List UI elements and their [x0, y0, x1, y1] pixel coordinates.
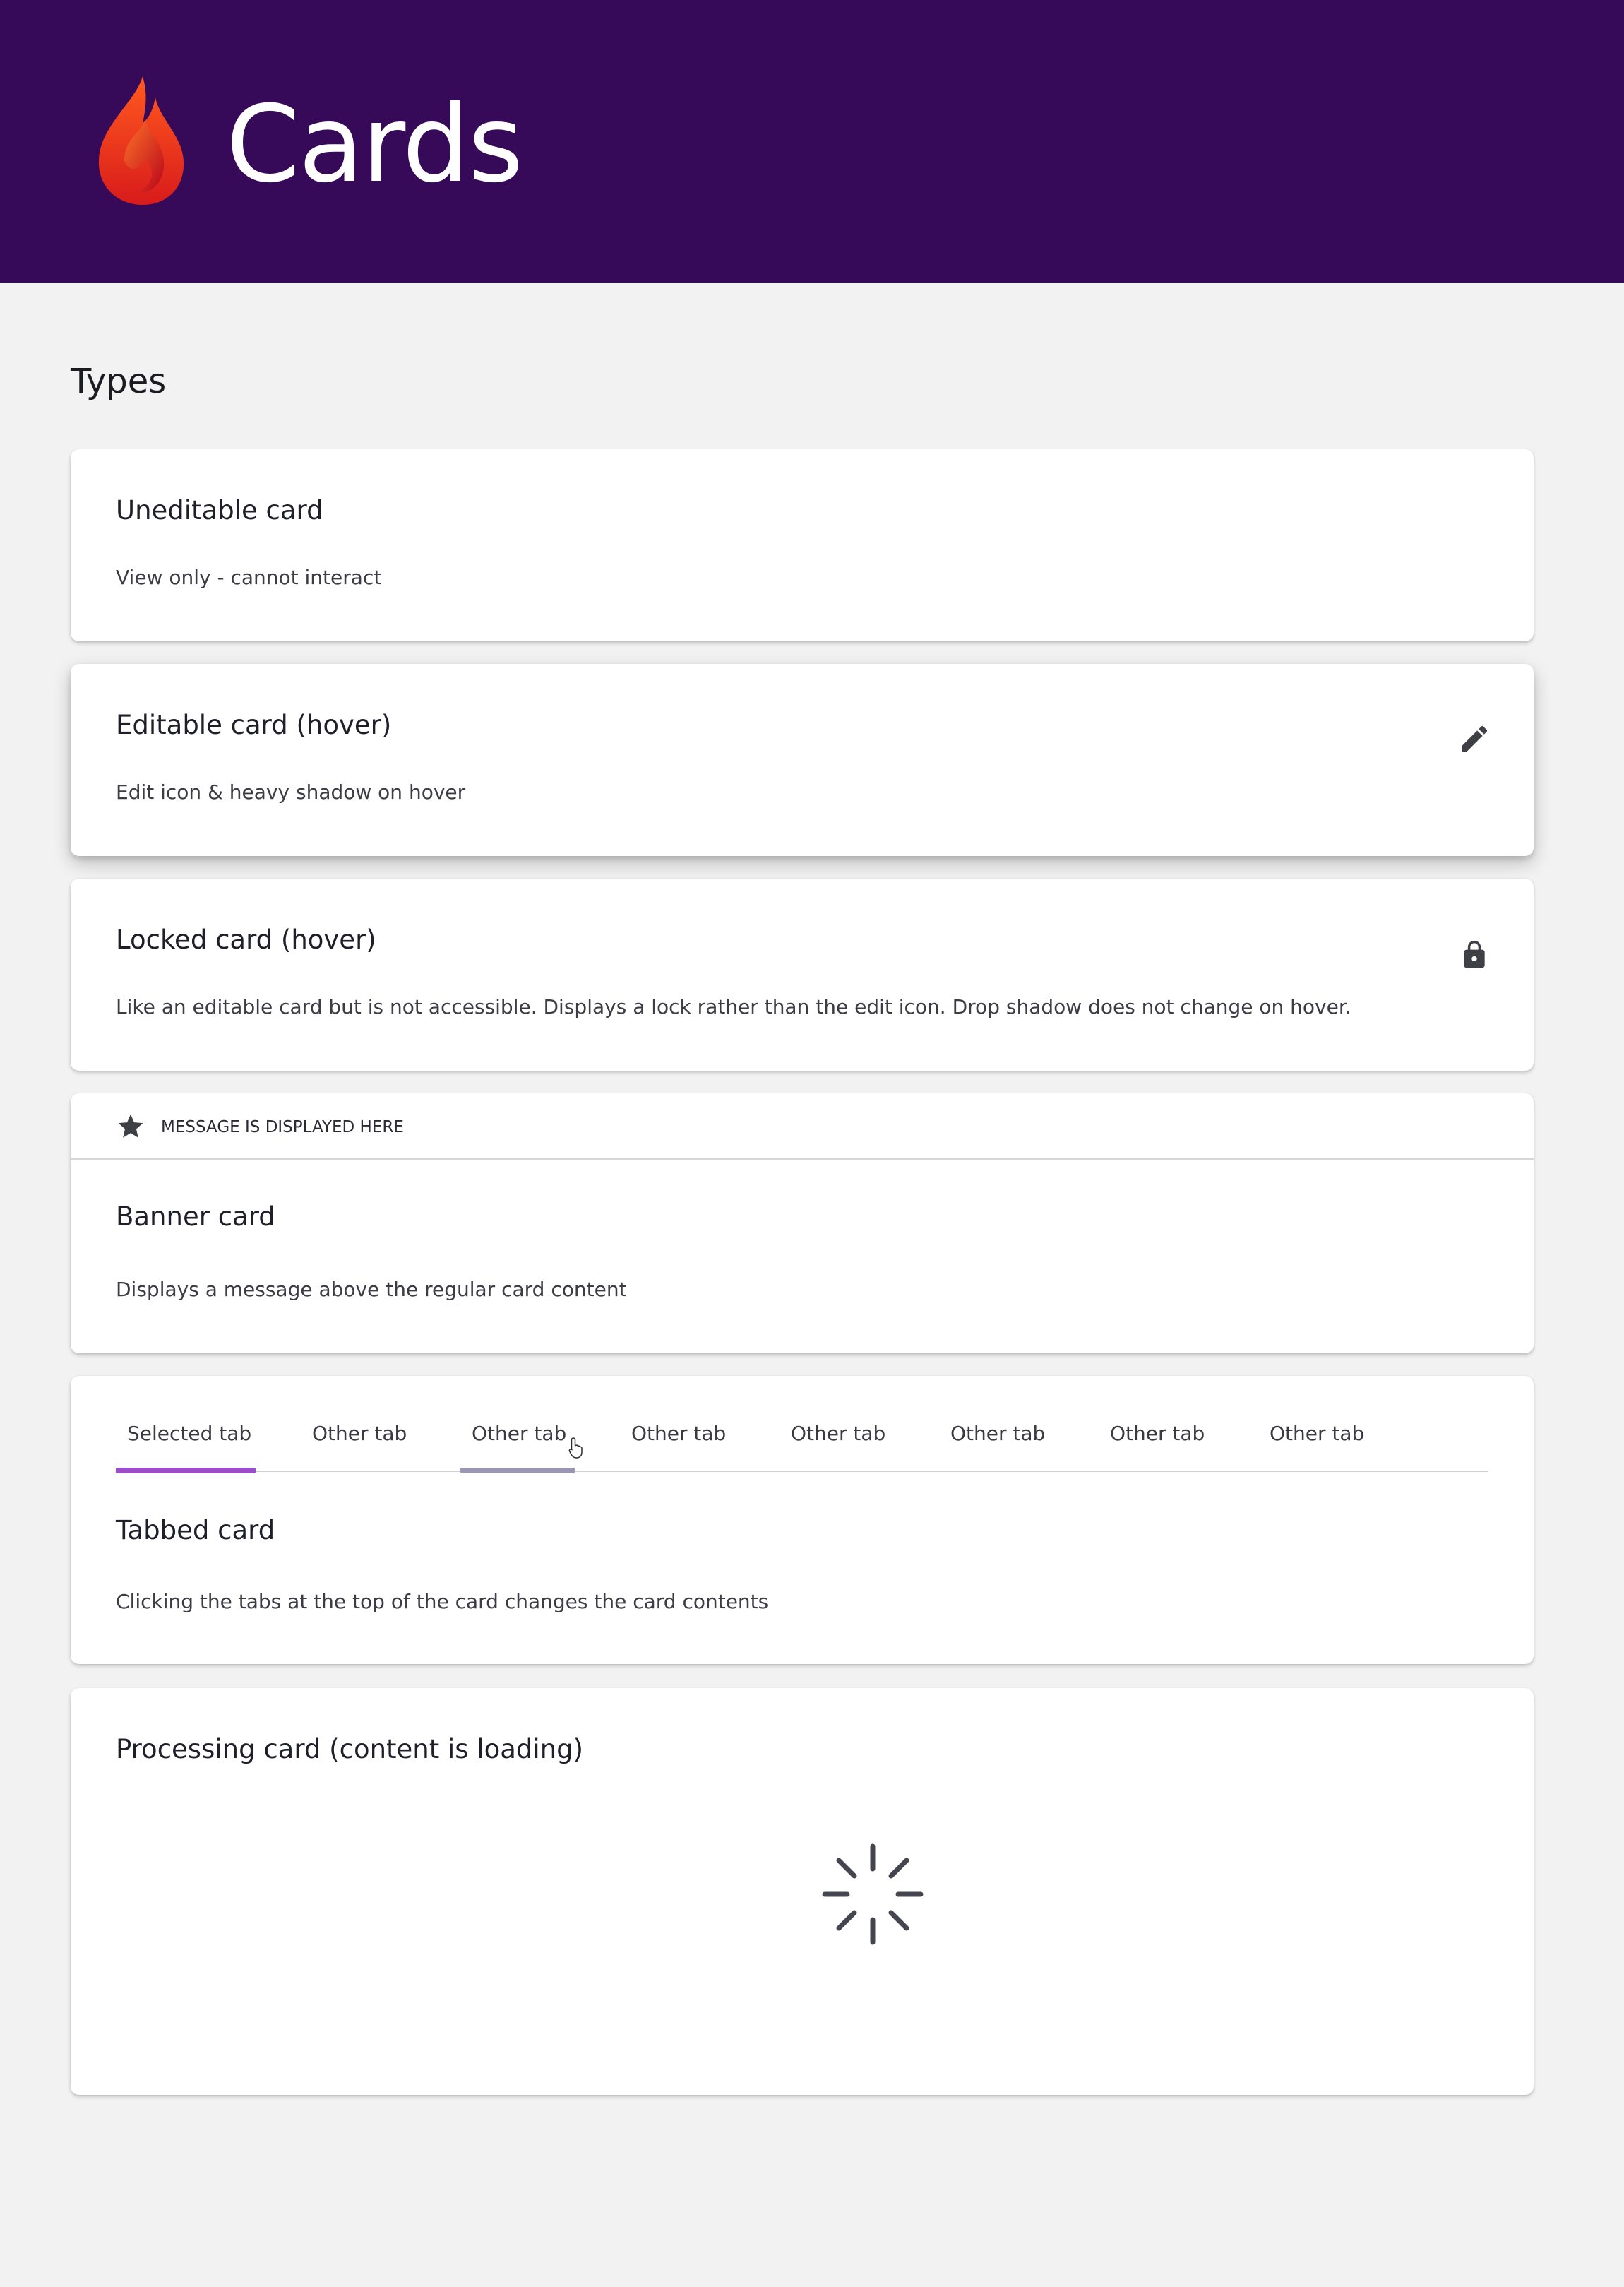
- lock-icon: [1464, 940, 1485, 968]
- card-title: Processing card (content is loading): [116, 1734, 584, 1764]
- locked-card: Locked card (hover) Like an editable car…: [71, 879, 1534, 1071]
- pencil-icon[interactable]: [1457, 722, 1491, 756]
- tab-label: Other tab: [472, 1422, 567, 1445]
- section-title-types: Types: [71, 362, 167, 401]
- tab-label: Selected tab: [127, 1422, 252, 1445]
- card-description: Displays a message above the regular car…: [116, 1278, 627, 1301]
- tab-label: Other tab: [791, 1422, 886, 1445]
- card-description: Edit icon & heavy shadow on hover: [116, 780, 466, 804]
- card-title: Banner card: [116, 1201, 275, 1232]
- editable-card[interactable]: Editable card (hover) Edit icon & heavy …: [71, 664, 1534, 856]
- tab-other-7[interactable]: Other tab: [1270, 1420, 1364, 1472]
- tab-selected[interactable]: Selected tab: [116, 1420, 256, 1473]
- tab-label: Other tab: [312, 1422, 407, 1445]
- banner-card: Message is displayed here Banner card Di…: [71, 1093, 1534, 1353]
- tab-label: Other tab: [950, 1422, 1046, 1445]
- card-description: Like an editable card but is not accessi…: [116, 995, 1351, 1018]
- tab-other-3[interactable]: Other tab: [631, 1420, 726, 1472]
- processing-card: Processing card (content is loading): [71, 1688, 1534, 2095]
- tab-other-2-hover[interactable]: Other tab: [460, 1420, 575, 1473]
- uneditable-card: Uneditable card View only - cannot inter…: [71, 449, 1534, 641]
- card-description: Clicking the tabs at the top of the card…: [116, 1590, 769, 1613]
- card-banner: Message is displayed here: [71, 1093, 1534, 1160]
- banner-message: Message is displayed here: [161, 1118, 404, 1136]
- tab-label: Other tab: [1270, 1422, 1365, 1445]
- tabbed-card: Selected tab Other tab Other tab Other t…: [71, 1376, 1534, 1664]
- card-title: Tabbed card: [116, 1515, 275, 1545]
- tab-hover-indicator: [460, 1468, 575, 1473]
- tab-selected-indicator: [116, 1468, 256, 1473]
- card-tabs: Selected tab Other tab Other tab Other t…: [116, 1376, 1488, 1473]
- tab-other-1[interactable]: Other tab: [312, 1420, 407, 1472]
- tab-label: Other tab: [1110, 1422, 1205, 1445]
- card-title: Uneditable card: [116, 495, 323, 525]
- flame-logo-icon: [98, 76, 184, 205]
- star-icon: [118, 1114, 143, 1138]
- card-title: Editable card (hover): [116, 710, 392, 740]
- page-title: Cards: [226, 83, 523, 206]
- card-title: Locked card (hover): [116, 925, 376, 955]
- tab-other-5[interactable]: Other tab: [950, 1420, 1045, 1472]
- hand-pointer-cursor-icon: [568, 1437, 583, 1459]
- spinner-icon: [822, 1843, 924, 1945]
- page-header: Cards: [0, 0, 1624, 283]
- tab-other-4[interactable]: Other tab: [791, 1420, 885, 1472]
- tab-label: Other tab: [631, 1422, 727, 1445]
- tab-other-6[interactable]: Other tab: [1110, 1420, 1205, 1472]
- card-description: View only - cannot interact: [116, 566, 382, 589]
